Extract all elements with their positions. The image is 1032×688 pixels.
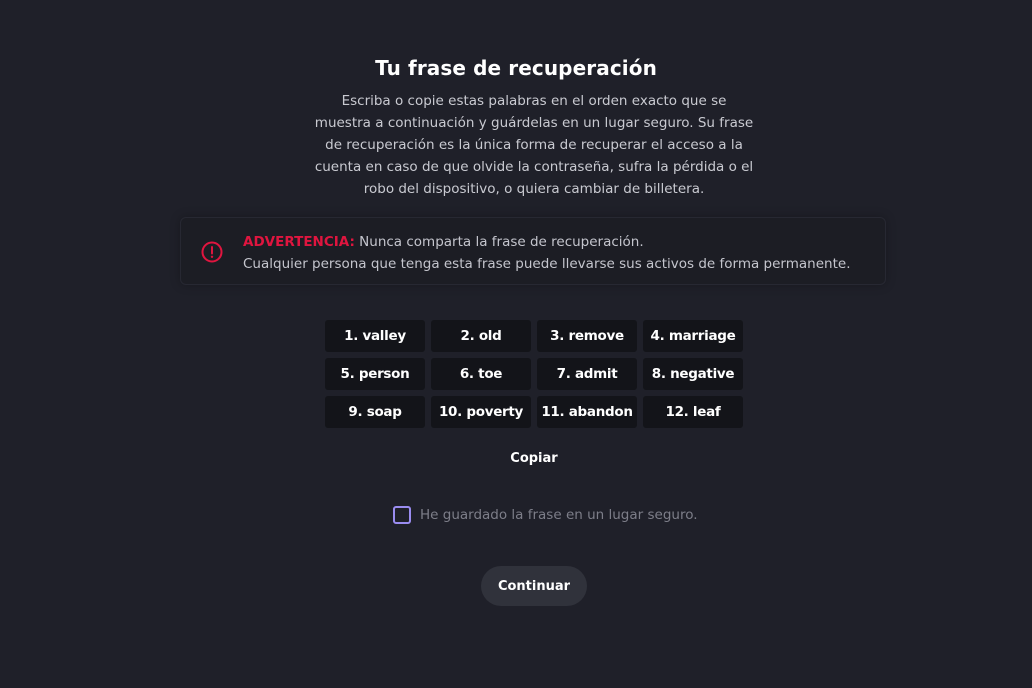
warning-label: ADVERTENCIA: (243, 234, 355, 250)
seed-word: 9. soap (325, 396, 425, 428)
alert-circle-icon (201, 241, 223, 263)
seed-word: 5. person (325, 358, 425, 390)
warning-line-1: ADVERTENCIA: Nunca comparta la frase de … (243, 231, 850, 253)
recovery-phrase-screen: Tu frase de recuperación Escriba o copie… (0, 0, 1032, 688)
seed-word: 1. valley (325, 320, 425, 352)
description-line: muestra a continuación y guárdelas en un… (314, 115, 754, 131)
seed-word: 6. toe (431, 358, 531, 390)
seed-word: 3. remove (537, 320, 637, 352)
warning-message: Nunca comparta la frase de recuperación. (359, 234, 644, 250)
copy-button[interactable]: Copiar (484, 451, 584, 466)
seed-word: 12. leaf (643, 396, 743, 428)
seed-word: 4. marriage (643, 320, 743, 352)
description-line: Escriba o copie estas palabras en el ord… (341, 93, 727, 109)
continue-button[interactable]: Continuar (481, 566, 587, 606)
seed-word: 7. admit (537, 358, 637, 390)
warning-line-2: Cualquier persona que tenga esta frase p… (243, 256, 851, 272)
seed-word: 8. negative (643, 358, 743, 390)
description: Escriba o copie estas palabras en el ord… (302, 90, 766, 200)
seed-word: 11. abandon (537, 396, 637, 428)
saved-confirmation: He guardado la frase en un lugar seguro. (393, 506, 698, 524)
warning-text: ADVERTENCIA: Nunca comparta la frase de … (243, 231, 850, 275)
description-line: robo del dispositivo, o quiera cambiar d… (363, 181, 705, 197)
description-line: cuenta en caso de que olvide la contrase… (314, 159, 754, 175)
page-title: Tu frase de recuperación (375, 56, 657, 80)
seed-word-grid: 1. valley 2. old 3. remove 4. marriage 5… (325, 320, 749, 428)
checkbox-label[interactable]: He guardado la frase en un lugar seguro. (420, 507, 698, 523)
saved-checkbox[interactable] (393, 506, 411, 524)
seed-word: 2. old (431, 320, 531, 352)
seed-word: 10. poverty (431, 396, 531, 428)
warning-box: ADVERTENCIA: Nunca comparta la frase de … (180, 217, 886, 285)
description-line: de recuperación es la única forma de rec… (325, 137, 743, 153)
